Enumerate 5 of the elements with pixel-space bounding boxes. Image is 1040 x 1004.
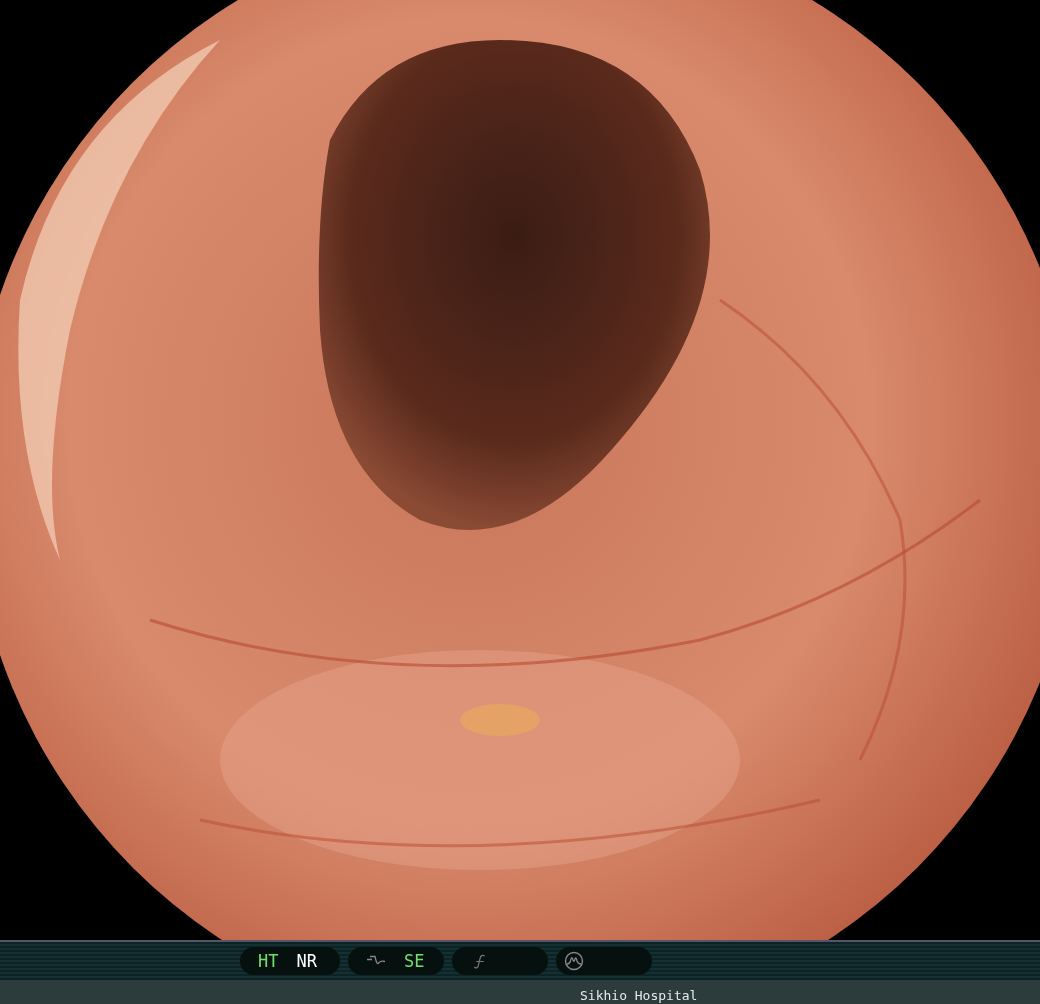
mode-indicator: NR (296, 951, 317, 971)
wave-circle-icon (564, 951, 584, 971)
hospital-name: Sikhio Hospital (580, 988, 698, 1004)
mode-indicator: HT (258, 951, 279, 971)
mode-indicator: SE (404, 951, 425, 971)
